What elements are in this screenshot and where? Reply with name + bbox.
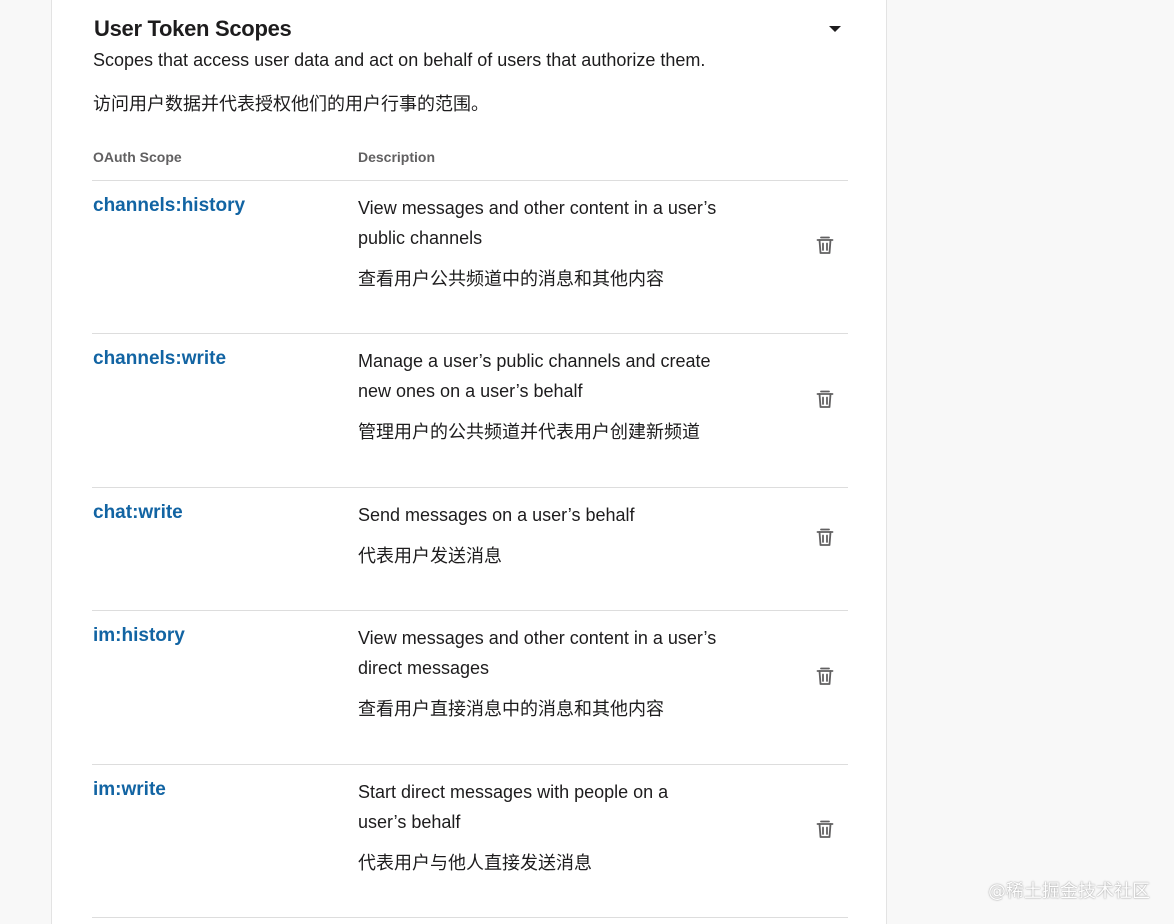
caret-down-icon[interactable]	[826, 20, 844, 38]
scope-link[interactable]: channels:write	[93, 348, 226, 370]
scope-description: Start direct messages with people on a u…	[358, 782, 669, 832]
scope-description: View messages and other content in a use…	[358, 198, 717, 248]
table-row: im:write Start direct messages with peop…	[92, 764, 848, 917]
scopes-card: User Token Scopes Scopes that access use…	[51, 0, 887, 924]
scope-description: Manage a user’s public channels and crea…	[358, 351, 711, 401]
section-description-translation: 访问用户数据并代表授权他们的用户行事的范围。	[93, 94, 489, 114]
table-row: channels:history View messages and other…	[92, 180, 848, 333]
column-header-description: Description	[358, 149, 436, 165]
scope-link[interactable]: channels:history	[93, 195, 245, 217]
watermark: @稀土掘金技术社区	[988, 881, 1150, 902]
table-row: channels:write Manage a user’s public ch…	[92, 333, 848, 487]
scope-link[interactable]: im:history	[93, 625, 185, 647]
scope-description-translation: 管理用户的公共频道并代表用户创建新频道	[358, 422, 700, 442]
scope-link[interactable]: chat:write	[93, 502, 183, 524]
trash-icon[interactable]	[813, 233, 837, 257]
scope-description-translation: 代表用户发送消息	[358, 546, 502, 566]
column-header-oauth-scope: OAuth Scope	[93, 149, 182, 165]
section-title: User Token Scopes	[94, 16, 292, 41]
scope-link[interactable]: im:write	[93, 779, 166, 801]
scope-description-translation: 查看用户公共频道中的消息和其他内容	[358, 269, 664, 289]
table-row: im:history View messages and other conte…	[92, 610, 848, 764]
scope-description: Send messages on a user’s behalf	[358, 505, 635, 525]
table-row: chat:write Send messages on a user’s beh…	[92, 487, 848, 610]
section-description: Scopes that access user data and act on …	[93, 50, 706, 70]
scopes-table: channels:history View messages and other…	[92, 180, 848, 917]
trash-icon[interactable]	[813, 664, 837, 688]
trash-icon[interactable]	[813, 525, 837, 549]
trash-icon[interactable]	[813, 387, 837, 411]
scope-description-translation: 查看用户直接消息中的消息和其他内容	[358, 699, 664, 719]
trash-icon[interactable]	[813, 817, 837, 841]
scope-description: View messages and other content in a use…	[358, 628, 717, 678]
scope-description-translation: 代表用户与他人直接发送消息	[358, 853, 592, 873]
table-bottom-divider	[92, 917, 848, 918]
